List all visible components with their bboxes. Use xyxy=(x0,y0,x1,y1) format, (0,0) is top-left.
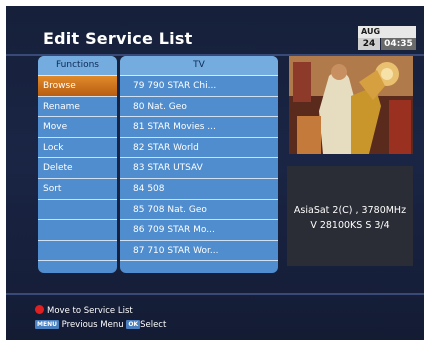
channel-row[interactable]: 82 STAR World xyxy=(120,138,278,159)
hint-navigation: MENU Previous Menu OK Select xyxy=(35,320,166,330)
clock-month: AUG xyxy=(358,26,416,38)
channel-row[interactable]: 85 708 Nat. Geo xyxy=(120,200,278,221)
channel-list-header: TV xyxy=(120,56,278,76)
channel-list: TV 79 790 STAR Chi... 80 Nat. Geo 81 STA… xyxy=(120,56,278,273)
function-item-lock[interactable]: Lock xyxy=(38,138,117,159)
ok-hint-label: Select xyxy=(140,320,167,330)
function-item-move[interactable]: Move xyxy=(38,117,117,138)
function-item-sort[interactable]: Sort xyxy=(38,179,117,200)
red-button-icon xyxy=(35,305,44,314)
function-item-delete[interactable]: Delete xyxy=(38,158,117,179)
hint-move: Move to Service List xyxy=(35,305,133,316)
video-preview xyxy=(289,56,413,154)
function-item-rename[interactable]: Rename xyxy=(38,97,117,118)
channel-row-empty xyxy=(120,261,278,273)
channel-row[interactable]: 81 STAR Movies ... xyxy=(120,117,278,138)
function-item-empty xyxy=(38,200,117,221)
ok-key-icon: OK xyxy=(126,320,141,329)
channel-row[interactable]: 83 STAR UTSAV xyxy=(120,158,278,179)
hint-move-label: Move to Service List xyxy=(47,306,133,316)
footer-divider xyxy=(6,293,424,295)
functions-list: Functions Browse Rename Move Lock Delete… xyxy=(38,56,117,273)
function-item-empty xyxy=(38,241,117,262)
channel-row[interactable]: 86 709 STAR Mo... xyxy=(120,220,278,241)
channel-row[interactable]: 84 508 xyxy=(120,179,278,200)
clock-day: 24 xyxy=(358,38,380,50)
clock-time: 04:35 xyxy=(381,38,416,50)
polarity-symbolrate: V 28100KS S 3/4 xyxy=(310,220,390,231)
function-item-empty xyxy=(38,261,117,273)
menu-key-icon: MENU xyxy=(35,320,59,329)
menu-hint-label: Previous Menu xyxy=(61,320,124,330)
channel-row[interactable]: 87 710 STAR Wor... xyxy=(120,241,278,262)
function-item-empty xyxy=(38,220,117,241)
transponder-info: AsiaSat 2(C) , 3780MHz V 28100KS S 3/4 xyxy=(287,166,413,266)
video-preview-image xyxy=(289,56,413,154)
channel-row[interactable]: 80 Nat. Geo xyxy=(120,97,278,118)
clock: AUG 24 04:35 xyxy=(358,26,416,52)
functions-header: Functions xyxy=(38,56,117,76)
function-item-browse[interactable]: Browse xyxy=(38,76,117,97)
page-title: Edit Service List xyxy=(43,29,193,48)
channel-row[interactable]: 79 790 STAR Chi... xyxy=(120,76,278,97)
satellite-frequency: AsiaSat 2(C) , 3780MHz xyxy=(293,205,407,216)
